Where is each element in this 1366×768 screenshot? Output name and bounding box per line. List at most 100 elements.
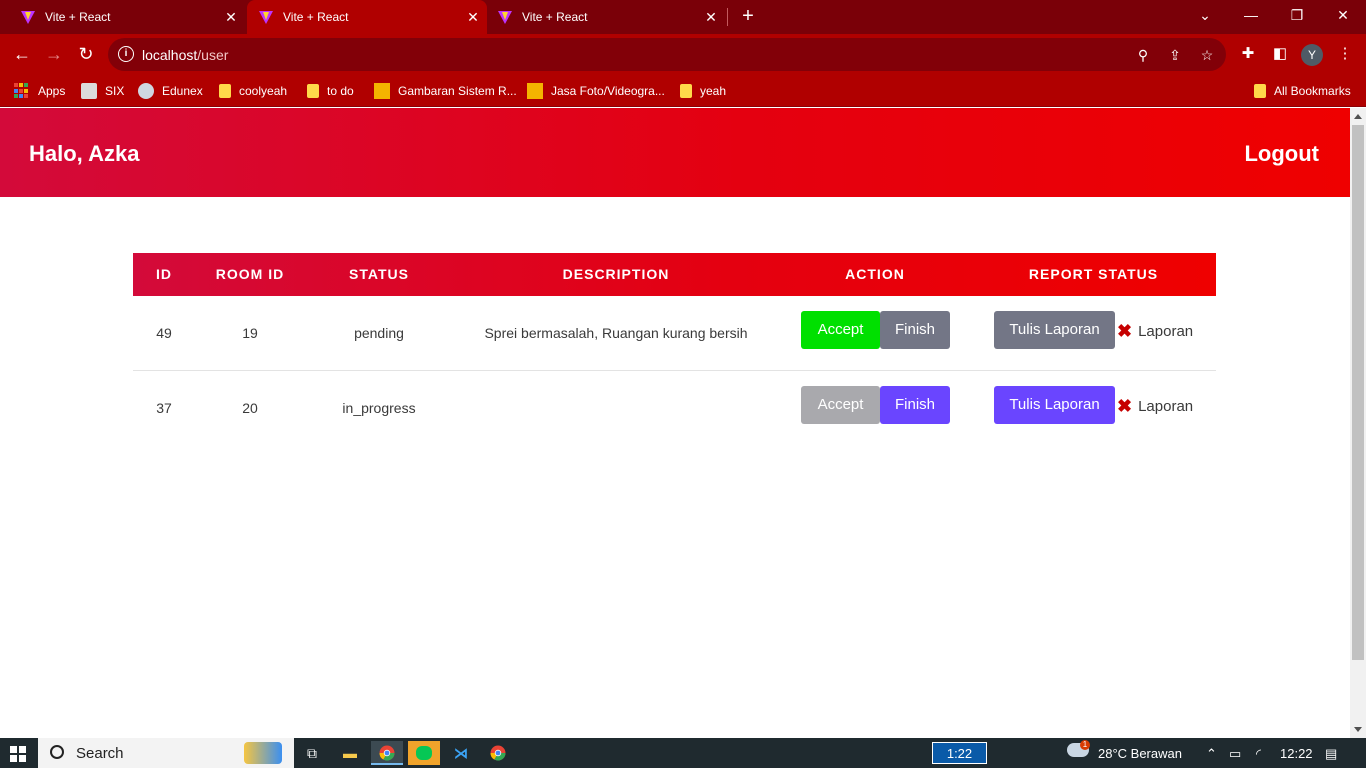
tab-1[interactable]: Vite + React ✕ <box>0 0 245 34</box>
weather-icon[interactable]: 1 <box>1067 740 1090 760</box>
bookmark-six[interactable]: SIX <box>81 82 124 100</box>
drive-shapes-icon <box>527 83 543 99</box>
tab-separator <box>727 8 728 26</box>
cell-status: in_progress <box>342 400 416 416</box>
more-menu-icon[interactable]: ⋮ <box>1335 44 1355 64</box>
finish-button[interactable]: Finish <box>880 386 950 424</box>
bookmark-gambaran-sistem[interactable]: Gambaran Sistem R... <box>374 82 517 100</box>
report-status-label: Laporan <box>1138 322 1194 340</box>
cell-description: Sprei bermasalah, Ruangan kurang bersih <box>484 325 748 341</box>
accept-button[interactable]: Accept <box>801 311 880 349</box>
tab-2-active[interactable]: Vite + React ✕ <box>247 0 487 34</box>
app-header: Halo, Azka Logout <box>0 108 1350 197</box>
forward-arrow-icon[interactable]: → <box>42 42 66 66</box>
close-icon[interactable]: ✕ <box>703 9 719 26</box>
bookmark-yeah[interactable]: yeah <box>680 82 726 100</box>
report-status-label: Laporan <box>1138 397 1194 415</box>
bookmark-apps[interactable]: Apps <box>14 82 65 100</box>
weather-badge: 1 <box>1080 740 1090 750</box>
column-header-report-status: REPORT STATUS <box>1028 266 1159 282</box>
minimize-button[interactable]: — <box>1228 0 1274 30</box>
line-app-icon[interactable] <box>408 741 440 765</box>
vite-logo-icon <box>21 11 35 24</box>
bookmark-label: Apps <box>38 84 66 98</box>
chrome-icon[interactable] <box>371 741 403 765</box>
address-bar[interactable]: i localhost/user ⚲ ⇪ ☆ <box>108 38 1226 71</box>
taskbar-search-label: Search <box>76 745 124 762</box>
table-header: ID ROOM ID STATUS DESCRIPTION ACTION REP… <box>133 253 1216 296</box>
scrollbar-thumb[interactable] <box>1352 125 1364 660</box>
restore-button[interactable]: ❐ <box>1274 0 1320 30</box>
report-status: ✖ Laporan <box>1117 397 1193 415</box>
url-path: /user <box>197 47 229 63</box>
room-requests-table: ID ROOM ID STATUS DESCRIPTION ACTION REP… <box>133 253 1216 446</box>
finish-button[interactable]: Finish <box>880 311 950 349</box>
cross-mark-icon: ✖ <box>1117 396 1133 416</box>
back-arrow-icon[interactable]: ← <box>10 42 34 66</box>
cell-id: 49 <box>156 325 172 341</box>
column-header-room-id: ROOM ID <box>215 266 285 282</box>
clock[interactable]: 12:22 <box>1280 746 1313 761</box>
logout-link[interactable]: Logout <box>1244 141 1319 167</box>
table-row: 37 20 in_progress Accept Finish Tulis La… <box>133 371 1216 446</box>
new-tab-button[interactable]: + <box>738 4 758 28</box>
bookmark-label: Jasa Foto/Videogra... <box>551 84 665 98</box>
bookmarks-bar: Apps SIX Edunex coolyeah to do Gambaran … <box>0 75 1366 107</box>
bookmark-star-icon[interactable]: ☆ <box>1198 46 1216 64</box>
table-row: 49 19 pending Sprei bermasalah, Ruangan … <box>133 296 1216 371</box>
extensions-puzzle-icon[interactable]: ✚ <box>1238 44 1258 64</box>
bookmark-to-do[interactable]: to do <box>307 82 354 100</box>
windows-taskbar: Search ⧉ ▬ ⋊ 1:22 1 28°C Berawan ⌃ ▭ ◜ 1… <box>0 738 1366 768</box>
greeting-title: Halo, Azka <box>29 141 140 166</box>
bookmark-edunex[interactable]: Edunex <box>138 82 203 100</box>
vscode-icon[interactable]: ⋊ <box>445 741 477 765</box>
weather-text[interactable]: 28°C Berawan <box>1098 746 1182 761</box>
folder-icon <box>219 84 231 98</box>
folder-icon <box>307 84 319 98</box>
write-report-button[interactable]: Tulis Laporan <box>994 311 1115 349</box>
drive-shapes-icon <box>374 83 390 99</box>
search-highlight-icon <box>244 742 282 764</box>
reload-icon[interactable]: ↻ <box>74 42 98 66</box>
url-text[interactable]: localhost/user <box>142 47 228 63</box>
tray-chevron-up-icon[interactable]: ⌃ <box>1206 746 1217 762</box>
tab-search-chevron-icon[interactable]: ⌄ <box>1182 0 1228 30</box>
bookmark-coolyeah[interactable]: coolyeah <box>219 82 287 100</box>
share-icon[interactable]: ⇪ <box>1166 46 1184 64</box>
tab-title: Vite + React <box>283 10 349 24</box>
bookmark-jasa-foto[interactable]: Jasa Foto/Videogra... <box>527 82 665 100</box>
timer-widget[interactable]: 1:22 <box>932 742 987 764</box>
bookmark-label: to do <box>327 84 354 98</box>
tab-3[interactable]: Vite + React ✕ <box>477 0 725 34</box>
zoom-icon[interactable]: ⚲ <box>1134 46 1152 64</box>
side-panel-icon[interactable]: ◧ <box>1270 44 1290 64</box>
page-scrollbar[interactable] <box>1350 108 1366 738</box>
notification-icon[interactable]: ▤ <box>1325 746 1337 762</box>
scroll-down-arrow-icon[interactable] <box>1354 727 1362 732</box>
battery-icon[interactable]: ▭ <box>1229 746 1241 762</box>
scroll-up-arrow-icon[interactable] <box>1354 114 1362 119</box>
wifi-icon[interactable]: ◜ <box>1256 746 1261 762</box>
taskbar-search-box[interactable]: Search <box>38 738 294 768</box>
write-report-button[interactable]: Tulis Laporan <box>994 386 1115 424</box>
column-header-action: ACTION <box>845 266 905 282</box>
bookmark-label: Edunex <box>162 84 203 98</box>
cross-mark-icon: ✖ <box>1117 321 1133 341</box>
close-window-button[interactable]: ✕ <box>1320 0 1366 30</box>
search-icon <box>50 745 64 759</box>
accept-button-disabled[interactable]: Accept <box>801 386 880 424</box>
task-view-icon[interactable]: ⧉ <box>296 741 328 765</box>
windows-start-icon[interactable] <box>10 746 26 762</box>
close-icon[interactable]: ✕ <box>223 9 239 26</box>
six-logo-icon <box>81 83 97 99</box>
cell-status: pending <box>354 325 404 341</box>
all-bookmarks[interactable]: All Bookmarks <box>1254 82 1351 100</box>
profile-avatar[interactable]: Y <box>1301 44 1323 66</box>
chat-bubble-icon <box>416 746 432 760</box>
chrome-profile-icon[interactable] <box>482 741 514 765</box>
file-explorer-icon[interactable]: ▬ <box>334 741 366 765</box>
apps-grid-icon <box>14 83 30 99</box>
bookmark-label: yeah <box>700 84 727 98</box>
vite-logo-icon <box>259 11 273 24</box>
site-info-icon[interactable]: i <box>118 46 134 62</box>
